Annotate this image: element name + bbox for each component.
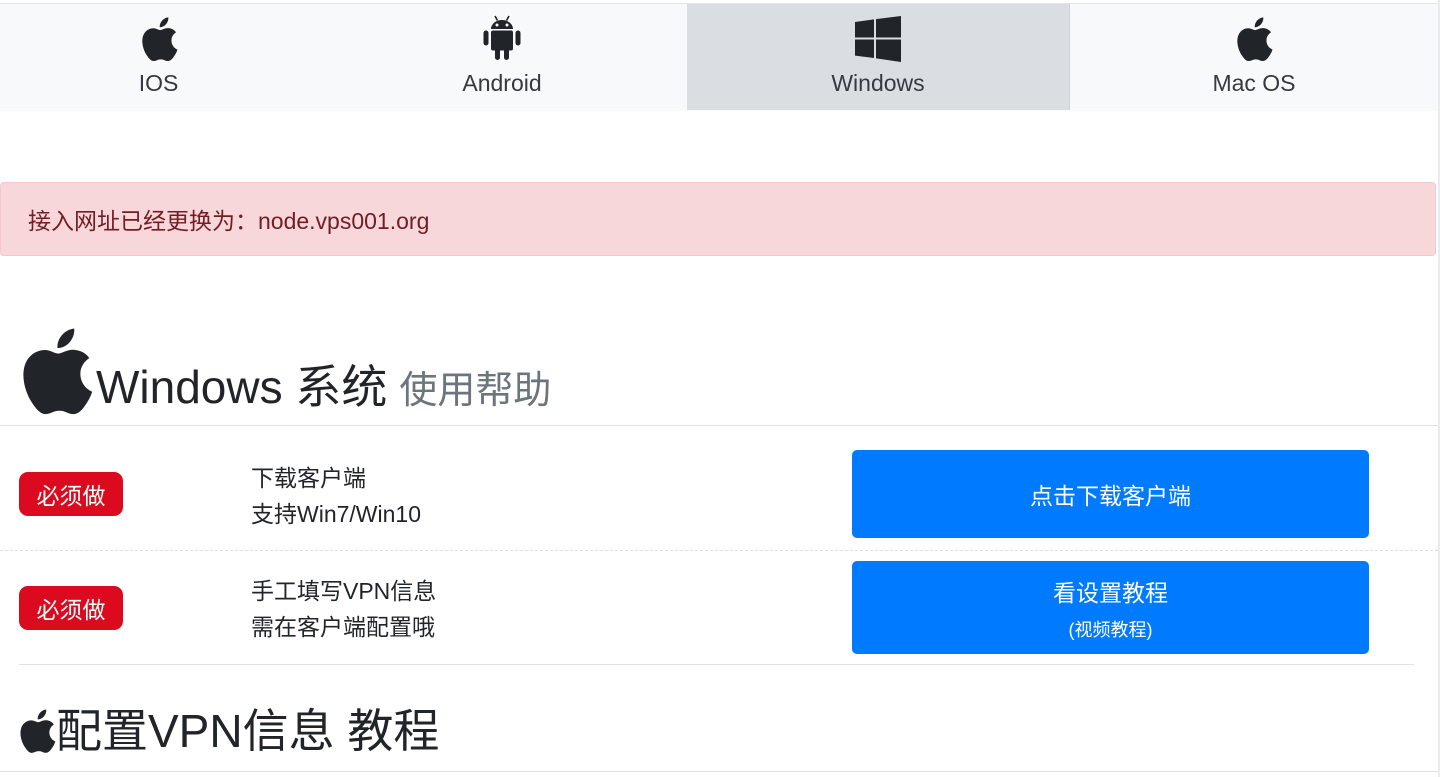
download-client-button[interactable]: 点击下载客户端 bbox=[852, 450, 1369, 538]
page-title: Windows 系统 bbox=[96, 361, 388, 413]
step-row-download: 必须做 下载客户端 支持Win7/Win10 点击下载客户端 bbox=[0, 426, 1438, 551]
tab-android[interactable]: Android bbox=[317, 4, 687, 110]
required-badge: 必须做 bbox=[19, 472, 123, 516]
tab-label: Windows bbox=[831, 70, 925, 96]
step-description: 下载客户端 支持Win7/Win10 bbox=[251, 460, 421, 532]
step-line: 需在客户端配置哦 bbox=[251, 614, 435, 640]
tab-ios[interactable]: IOS bbox=[0, 4, 317, 110]
step-line: 支持Win7/Win10 bbox=[251, 501, 421, 527]
android-icon bbox=[482, 14, 522, 64]
step-description: 手工填写VPN信息 需在客户端配置哦 bbox=[251, 573, 436, 645]
apple-icon bbox=[1234, 14, 1274, 64]
button-label: 看设置教程 bbox=[1053, 579, 1168, 606]
platform-tabs: IOS Android Windows Mac OS bbox=[0, 3, 1438, 111]
apple-icon bbox=[23, 328, 93, 415]
tab-label: Android bbox=[462, 70, 542, 96]
windows-icon bbox=[855, 14, 901, 64]
button-sublabel: (视频教程) bbox=[1068, 619, 1153, 640]
section-title: 配置VPN信息 教程 bbox=[56, 705, 440, 757]
step-line: 手工填写VPN信息 bbox=[251, 578, 437, 604]
divider bbox=[19, 664, 1414, 665]
view-tutorial-button[interactable]: 看设置教程 (视频教程) bbox=[852, 561, 1369, 654]
apple-icon bbox=[139, 14, 179, 64]
tab-macos[interactable]: Mac OS bbox=[1070, 4, 1438, 110]
alert-text: 接入网址已经更换为：node.vps001.org bbox=[28, 208, 430, 234]
tab-label: IOS bbox=[138, 70, 179, 96]
button-label: 点击下载客户端 bbox=[1030, 483, 1191, 509]
tab-windows[interactable]: Windows bbox=[687, 4, 1070, 110]
section2-heading: 配置VPN信息 教程 bbox=[18, 700, 439, 762]
section-heading: Windows 系统 使用帮助 bbox=[18, 316, 551, 416]
tab-label: Mac OS bbox=[1212, 70, 1296, 96]
divider bbox=[0, 771, 1438, 772]
step-line: 下载客户端 bbox=[251, 465, 366, 491]
required-badge: 必须做 bbox=[19, 586, 123, 630]
step-row-configure: 必须做 手工填写VPN信息 需在客户端配置哦 看设置教程 (视频教程) bbox=[0, 551, 1438, 664]
notice-alert: 接入网址已经更换为：node.vps001.org bbox=[0, 182, 1436, 256]
apple-icon bbox=[20, 709, 56, 753]
page-subtitle: 使用帮助 bbox=[399, 370, 552, 412]
